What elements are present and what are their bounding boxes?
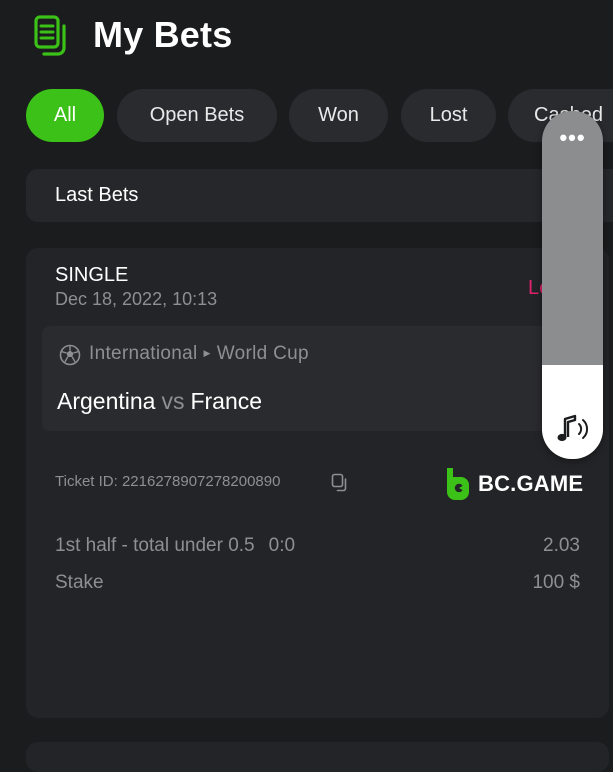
last-bets-dropdown[interactable]: Last Bets [26, 169, 613, 222]
league-category: International [89, 343, 198, 364]
copy-icon[interactable] [331, 473, 349, 493]
header: My Bets [0, 0, 613, 80]
bet-card[interactable]: SINGLE Dec 18, 2022, 10:13 Lost Internat… [26, 248, 609, 718]
match-info[interactable]: International ▶ World Cup Argentina vs Franc… [42, 326, 562, 431]
brand-name: BC.GAME [478, 471, 584, 496]
filter-open-bets[interactable]: Open Bets [117, 89, 277, 142]
more-options-icon[interactable]: ••• [542, 127, 603, 149]
match-teams: Argentina vs France [57, 388, 262, 415]
odds-value: 2.03 [543, 535, 580, 556]
league-competition: World Cup [216, 343, 309, 364]
volume-slider[interactable]: ••• [542, 111, 603, 459]
market-label: 1st half - total under 0.5 [55, 535, 255, 556]
ticket-id: Ticket ID: 2216278907278200890 [55, 473, 281, 490]
versus-label: vs [161, 388, 185, 414]
brand: BC.GAME [444, 466, 584, 500]
soccer-ball-icon [59, 344, 81, 366]
home-team: Argentina [57, 388, 156, 414]
away-team: France [190, 388, 263, 414]
last-bets-label: Last Bets [55, 184, 139, 206]
stake-row: Stake 100 $ [55, 572, 580, 594]
filter-all[interactable]: All [26, 89, 104, 142]
stake-label: Stake [55, 572, 104, 593]
filter-won[interactable]: Won [289, 89, 388, 142]
page-title: My Bets [93, 14, 233, 55]
bet-date: Dec 18, 2022, 10:13 [55, 289, 218, 309]
league-breadcrumb: International ▶ World Cup [89, 343, 309, 365]
bets-document-icon [34, 15, 66, 56]
stake-value: 100 $ [532, 572, 580, 593]
bet-filter-tabs: All Open Bets Won Lost Cashed [26, 89, 613, 142]
selection-row: 1st half - total under 0.5 0:0 2.03 [55, 535, 580, 557]
chevron-right-icon: ▶ [203, 348, 211, 358]
music-note-icon [557, 414, 589, 442]
score-value: 0:0 [268, 535, 296, 556]
bc-game-logo-icon [447, 468, 469, 500]
filter-lost[interactable]: Lost [401, 89, 496, 142]
bet-type: SINGLE [55, 264, 129, 286]
bet-card-next[interactable] [26, 742, 609, 772]
